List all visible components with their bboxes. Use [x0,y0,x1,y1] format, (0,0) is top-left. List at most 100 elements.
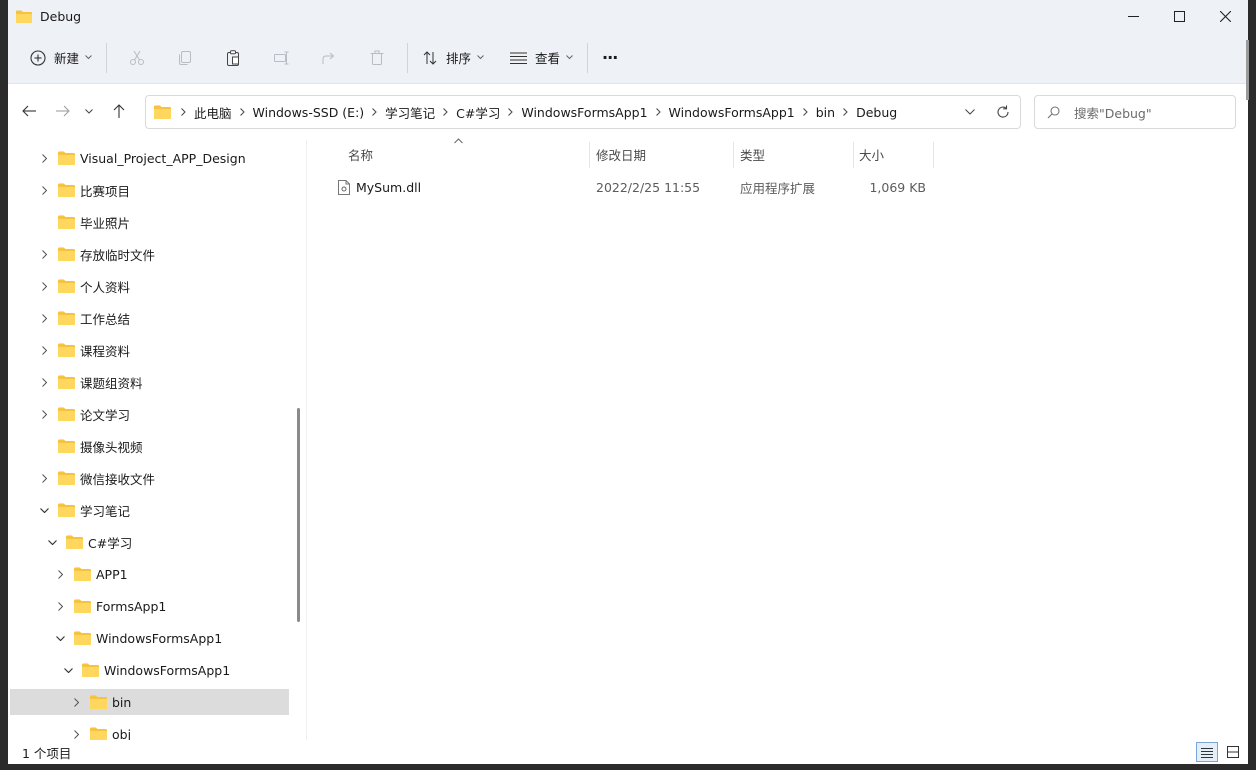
back-button[interactable] [14,96,44,126]
chevron-right-icon[interactable] [68,694,84,710]
nav-tree-item[interactable]: 学习笔记 [10,497,289,523]
rename-button[interactable] [257,40,305,76]
breadcrumb-csharp[interactable]: C#学习 [456,103,521,122]
chevron-right-icon[interactable] [52,598,68,614]
nav-tree-item[interactable]: 存放临时文件 [10,241,289,267]
file-type-cell: 应用程序扩展 [740,180,816,196]
plus-circle-icon [30,49,46,66]
paste-button[interactable] [209,40,257,76]
nav-item-label: FormsApp1 [96,598,167,614]
search-input[interactable]: 搜索"Debug" [1034,95,1236,129]
chevron-down-icon[interactable] [52,630,68,646]
breadcrumb-debug[interactable]: Debug [856,105,897,120]
nav-tree-item[interactable]: C#学习 [10,529,289,555]
nav-tree-item[interactable]: 课题组资料 [10,369,289,395]
breadcrumb-this-pc[interactable]: 此电脑 [194,103,253,122]
column-header-type[interactable]: 类型 [732,140,852,168]
folder-icon [74,567,91,581]
close-icon [1219,10,1231,22]
breadcrumb-study-notes[interactable]: 学习笔记 [385,103,456,122]
navigation-pane[interactable]: Visual_Project_APP_Design 比赛项目毕业照片存放临时文件个… [8,140,298,740]
nav-tree-item[interactable]: 课程资料 [10,337,289,363]
pane-divider[interactable] [306,140,307,740]
chevron-down-icon[interactable] [44,534,60,550]
chevron-right-icon[interactable] [36,278,52,294]
view-button[interactable]: 查看 [502,40,581,76]
chevron-down-icon[interactable] [60,662,76,678]
details-view-button[interactable] [1196,742,1218,762]
nav-tree-item[interactable]: APP1 [10,561,289,587]
nav-item-label: bin [112,694,132,710]
column-header-modified[interactable]: 修改日期 [588,140,732,168]
more-options-button[interactable]: ··· [594,40,625,76]
column-divider[interactable] [933,142,934,168]
close-button[interactable] [1202,0,1248,32]
breadcrumb-winformsapp1[interactable]: WindowsFormsApp1 [521,105,668,120]
nav-tree-item[interactable]: WindowsFormsApp1 [10,625,289,651]
nav-item-label: 课程资料 [80,343,131,359]
chevron-right-icon[interactable] [36,406,52,422]
delete-button[interactable] [353,40,401,76]
breadcrumb-bin[interactable]: bin [816,105,856,120]
folder-icon [58,343,75,357]
minimize-button[interactable] [1110,0,1156,32]
forward-button[interactable] [48,96,78,126]
cut-button[interactable] [113,40,161,76]
nav-tree-item[interactable]: 个人资料 [10,273,289,299]
share-button[interactable] [305,40,353,76]
nav-tree-item[interactable]: Visual_Project_APP_Design [10,145,289,171]
chevron-right-icon[interactable] [36,150,52,166]
status-bar: 1 个项目 [8,740,1248,764]
nav-tree-item[interactable]: 微信接收文件 [10,465,289,491]
chevron-right-icon[interactable] [52,566,68,582]
chevron-right-icon[interactable] [68,726,84,740]
breadcrumb-winformsapp1-inner[interactable]: WindowsFormsApp1 [669,105,816,120]
address-bar[interactable]: 此电脑 Windows-SSD (E:) 学习笔记 C#学习 WindowsFo… [145,95,1021,129]
nav-scrollbar[interactable] [297,408,300,622]
file-row[interactable]: MySum.dll 2022/2/25 11:55 应用程序扩展 1,069 K… [324,174,944,200]
explorer-window: Debug 新建 排序 查看 ··· 此电脑 Windows-SSD (E:) … [8,0,1248,764]
copy-button[interactable] [161,40,209,76]
breadcrumb-drive[interactable]: Windows-SSD (E:) [253,105,386,120]
column-header-size[interactable]: 大小 [851,140,933,168]
breadcrumb-separator[interactable] [173,108,194,116]
file-modified-cell: 2022/2/25 11:55 [596,179,701,195]
nav-tree-item[interactable]: obj [10,721,289,740]
nav-tree-item[interactable]: 论文学习 [10,401,289,427]
chevron-down-icon[interactable] [36,502,52,518]
address-history-button[interactable] [954,97,986,127]
nav-tree-item[interactable]: WindowsFormsApp1 [10,657,289,683]
nav-item-label: 比赛项目 [80,183,131,199]
nav-tree-item[interactable]: 摄像头视频 [10,433,289,459]
sort-button[interactable]: 排序 [414,40,492,76]
file-list[interactable]: 名称 修改日期 类型 大小 MySum.dll 2022/2/25 11:55 … [308,138,1248,740]
nav-tree-item[interactable]: FormsApp1 [10,593,289,619]
title-bar[interactable]: Debug [8,0,1248,32]
tiles-view-button[interactable] [1222,742,1244,762]
chevron-right-icon[interactable] [36,342,52,358]
new-button[interactable]: 新建 [22,40,100,76]
chevron-right-icon[interactable] [36,310,52,326]
chevron-right-icon[interactable] [36,470,52,486]
chevron-right-icon [655,108,661,116]
chevron-right-icon [802,108,808,116]
chevron-right-icon[interactable] [36,374,52,390]
dll-file-icon [338,179,350,195]
up-button[interactable] [104,96,134,126]
nav-item-label: APP1 [96,566,128,582]
toolbar-divider [106,42,108,73]
command-bar: 新建 排序 查看 ··· [8,32,1248,84]
chevron-right-icon[interactable] [36,182,52,198]
folder-icon [74,599,91,613]
sort-label: 排序 [446,51,472,66]
chevron-right-icon[interactable] [36,246,52,262]
nav-tree-item[interactable]: 工作总结 [10,305,289,331]
nav-tree-item[interactable]: bin [10,689,289,715]
nav-tree-item[interactable]: 比赛项目 [10,177,289,203]
nav-tree-item[interactable]: 毕业照片 [10,209,289,235]
refresh-button[interactable] [986,97,1020,127]
maximize-button[interactable] [1156,0,1202,32]
column-header-name[interactable]: 名称 [340,140,588,168]
arrow-up-icon [113,104,125,118]
recent-locations-button[interactable] [78,96,100,126]
